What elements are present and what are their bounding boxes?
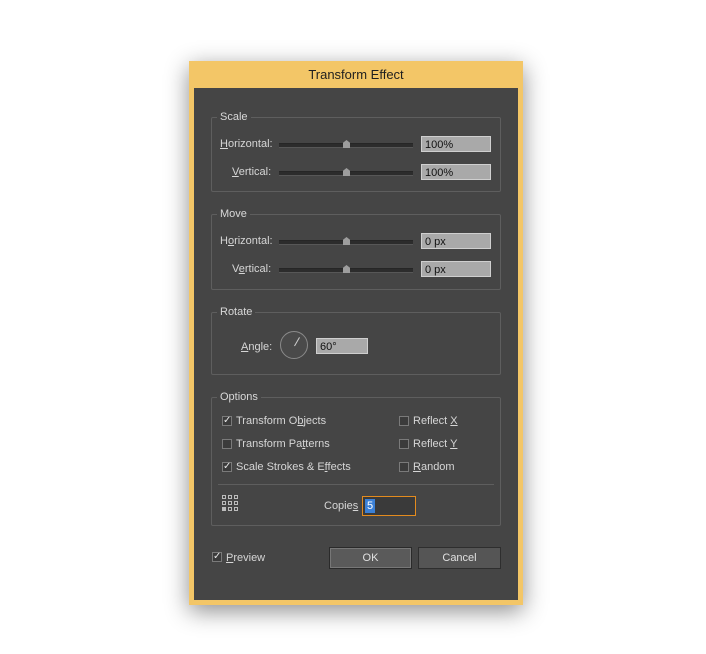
angle-dial[interactable]: [280, 331, 308, 359]
reflect-y-label: Reflect Y: [413, 438, 458, 450]
dialog-title: Transform Effect: [308, 67, 404, 82]
move-vertical-field[interactable]: 0 px: [421, 261, 491, 277]
preview-label: Preview: [226, 552, 266, 564]
reflect-x-checkbox[interactable]: [399, 416, 409, 426]
reflect-x-label: Reflect X: [413, 415, 458, 427]
copies-value: 5: [365, 499, 376, 513]
reference-point-icon[interactable]: [222, 495, 238, 511]
transform-objects-checkbox[interactable]: ✓: [222, 416, 232, 426]
move-vertical-slider-thumb[interactable]: [343, 265, 350, 273]
angle-dial-needle: [294, 337, 300, 347]
scale-group-title: Scale: [217, 110, 251, 124]
move-horizontal-slider-thumb[interactable]: [343, 237, 350, 245]
ok-button[interactable]: OK: [329, 547, 412, 569]
random-label: Random: [413, 461, 455, 473]
scale-horizontal-label: Horizontal:: [220, 138, 273, 150]
dialog-body: Scale Horizontal: 100% Vertical: 100% Mo…: [194, 88, 518, 600]
scale-vertical-field[interactable]: 100%: [421, 164, 491, 180]
scale-vertical-slider-thumb[interactable]: [343, 168, 350, 176]
reflect-y-checkbox[interactable]: [399, 439, 409, 449]
scale-horizontal-slider-thumb[interactable]: [343, 140, 350, 148]
scale-horizontal-field[interactable]: 100%: [421, 136, 491, 152]
options-divider: [218, 484, 494, 485]
transform-patterns-checkbox[interactable]: [222, 439, 232, 449]
random-checkbox[interactable]: [399, 462, 409, 472]
angle-field[interactable]: 60°: [316, 338, 368, 354]
move-horizontal-field[interactable]: 0 px: [421, 233, 491, 249]
rotate-group-title: Rotate: [217, 305, 256, 319]
transform-patterns-label: Transform Patterns: [236, 438, 330, 450]
cancel-button[interactable]: Cancel: [418, 547, 501, 569]
copies-field[interactable]: 5: [362, 496, 416, 516]
copies-label: Copies: [324, 500, 359, 512]
rotate-group: Rotate Angle: 60°: [211, 305, 501, 375]
transform-objects-label: Transform Objects: [236, 415, 327, 427]
options-group-title: Options: [217, 390, 261, 404]
move-vertical-label: Vertical:: [232, 263, 272, 275]
transform-effect-dialog: Transform Effect Scale Horizontal: 100% …: [189, 61, 523, 605]
scale-group: Scale Horizontal: 100% Vertical: 100%: [211, 110, 501, 192]
scale-strokes-checkbox[interactable]: ✓: [222, 462, 232, 472]
scale-strokes-label: Scale Strokes & Effects: [236, 461, 351, 473]
move-group: Move Horizontal: 0 px Vertical: 0 px: [211, 207, 501, 290]
options-group: Options ✓ Transform Objects Transform Pa…: [211, 390, 501, 526]
move-horizontal-label: Horizontal:: [220, 235, 273, 247]
scale-vertical-label: Vertical:: [232, 166, 272, 178]
move-group-title: Move: [217, 207, 250, 221]
angle-label: Angle:: [241, 341, 273, 353]
preview-checkbox[interactable]: ✓: [212, 552, 222, 562]
